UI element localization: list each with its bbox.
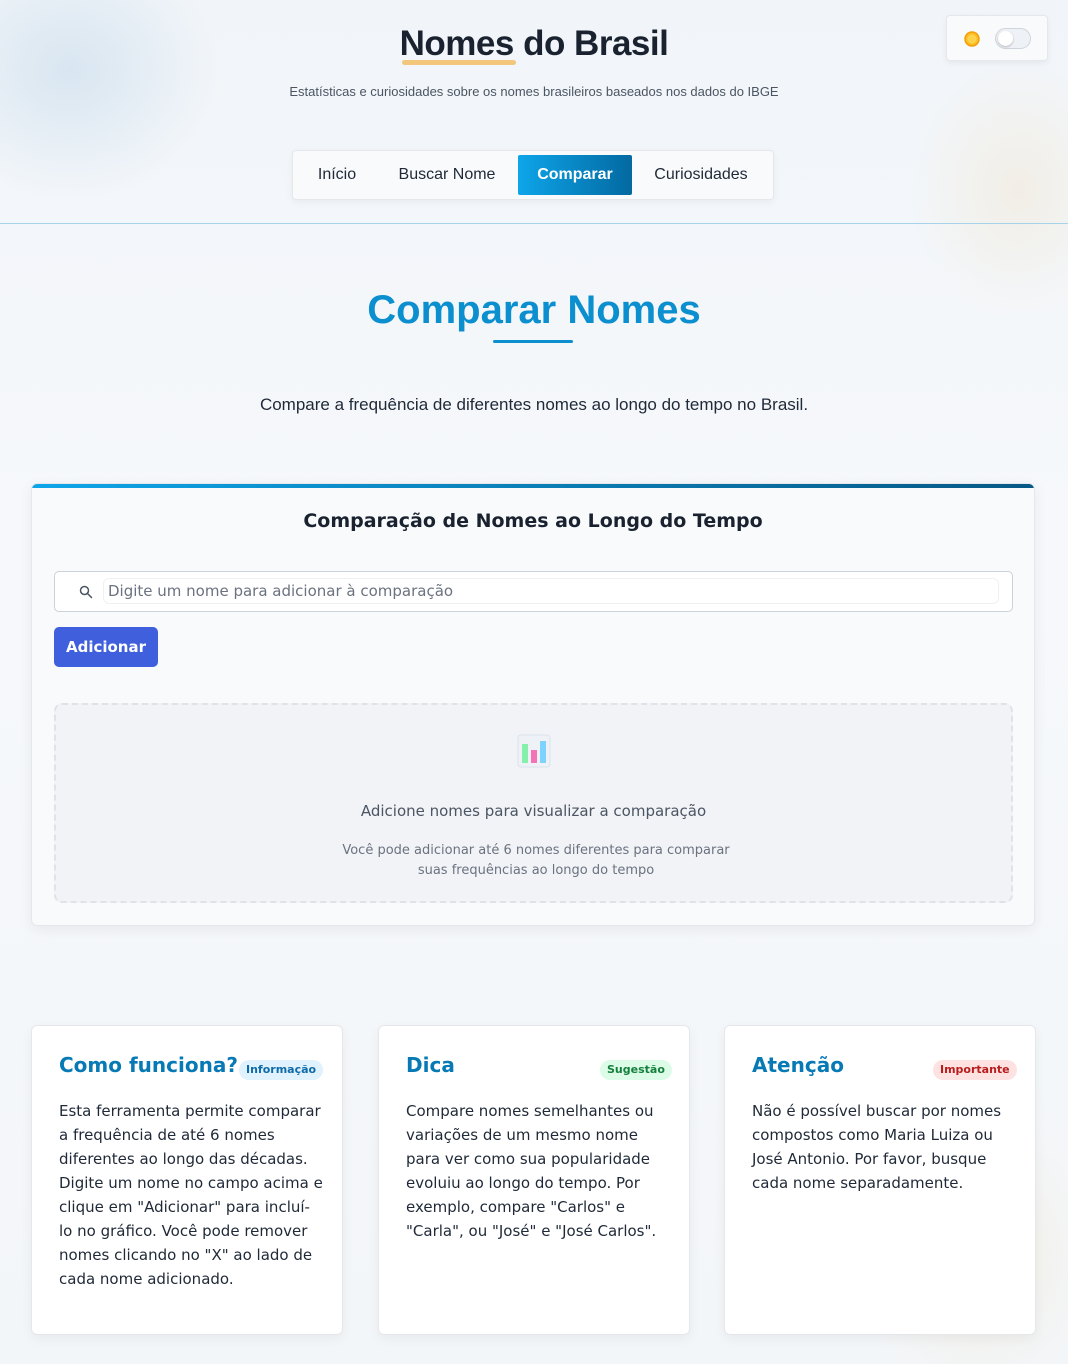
- main-nav: Início Buscar Nome Comparar Curiosidades: [292, 150, 774, 200]
- empty-state: Adicione nomes para visualizar a compara…: [54, 703, 1013, 903]
- switch-knob: [998, 31, 1013, 46]
- info-card-title: Atenção: [752, 1053, 844, 1077]
- info-card-text: Esta ferramenta permite comparar a frequ…: [59, 1102, 323, 1288]
- warning-badge: Importante: [933, 1060, 1017, 1080]
- site-subtitle: Estatísticas e curiosidades sobre os nom…: [289, 84, 779, 99]
- page-title: Comparar Nomes: [367, 288, 701, 332]
- info-card-dica: Dica Sugestão Compare nomes semelhantes …: [378, 1025, 690, 1335]
- bar-chart-icon: [517, 734, 551, 768]
- site-header: Nomes do Brasil Estatísticas e curiosida…: [0, 0, 1068, 224]
- search-box: [54, 571, 1013, 612]
- info-card-title: Dica: [406, 1053, 455, 1077]
- theme-switch[interactable]: [995, 28, 1031, 49]
- empty-state-subtitle: Você pode adicionar até 6 nomes diferent…: [342, 843, 730, 878]
- page-description: Compare a frequência de diferentes nomes…: [259, 395, 809, 414]
- card-accent-bar: [32, 484, 1034, 488]
- theme-toggle[interactable]: [946, 15, 1048, 61]
- add-button[interactable]: Adicionar: [54, 627, 158, 667]
- info-card-text: Compare nomes semelhantes ou variações d…: [406, 1102, 657, 1240]
- empty-state-title: Adicione nomes para visualizar a compara…: [360, 802, 707, 820]
- info-card-text: Não é possível buscar por nomes composto…: [752, 1102, 1002, 1192]
- compare-card-title: Comparação de Nomes ao Longo do Tempo: [303, 510, 763, 532]
- nav-item-comparar[interactable]: Comparar: [518, 155, 632, 195]
- info-card-atencao: Atenção Importante Não é possível buscar…: [724, 1025, 1036, 1335]
- info-badge: Informação: [239, 1060, 324, 1080]
- tip-badge: Sugestão: [600, 1060, 672, 1080]
- info-card-title: Como funciona?: [59, 1053, 238, 1077]
- search-input[interactable]: [103, 578, 999, 604]
- site-title: Nomes do Brasil: [399, 24, 669, 63]
- search-icon: [79, 585, 93, 599]
- compare-card: Comparação de Nomes ao Longo do Tempo Ad…: [31, 483, 1035, 926]
- page-title-underline: [493, 340, 573, 343]
- nav-item-buscar-nome[interactable]: Buscar Nome: [381, 155, 513, 195]
- nav-item-inicio[interactable]: Início: [301, 155, 373, 195]
- info-card-como-funciona: Como funciona? Informação Esta ferrament…: [31, 1025, 343, 1335]
- nav-item-curiosidades[interactable]: Curiosidades: [636, 155, 766, 195]
- sun-icon: [964, 31, 980, 47]
